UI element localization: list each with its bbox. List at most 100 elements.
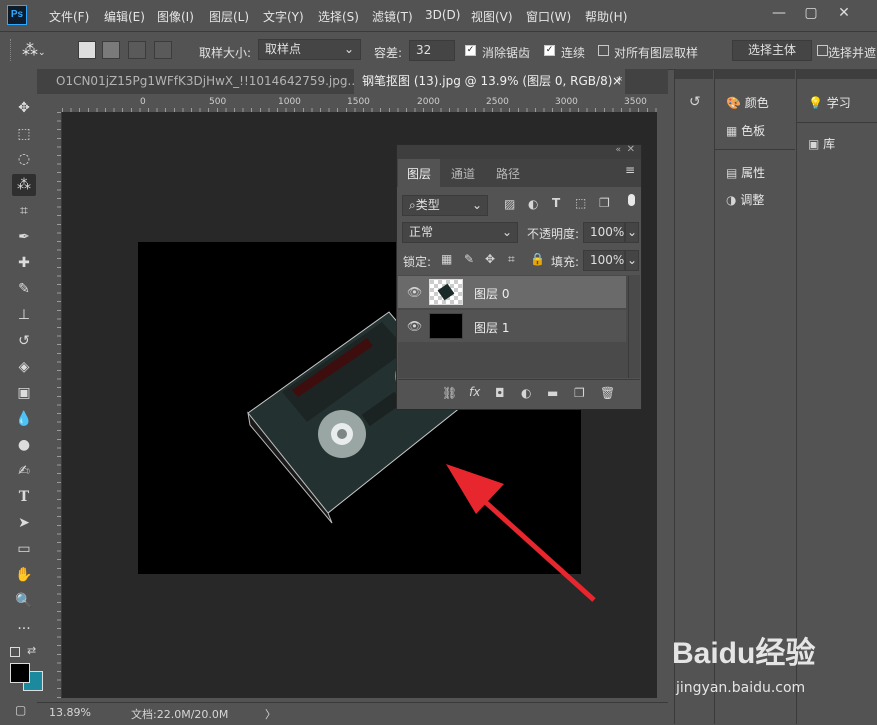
shape-tool-icon[interactable]: ▭ [12, 538, 36, 560]
marquee-tool-icon[interactable]: ⬚ [12, 123, 36, 145]
history-panel-icon[interactable]: ↺ [689, 94, 701, 110]
stamp-tool-icon[interactable]: ⊥ [12, 304, 36, 326]
sample-size-select[interactable]: 取样点 ⌄ [258, 39, 361, 60]
panel-menu-icon[interactable]: ≡ [625, 163, 635, 177]
restore-button[interactable]: ▢ [799, 3, 823, 23]
minimize-button[interactable]: — [767, 3, 791, 23]
filter-type-icon[interactable]: T [552, 196, 560, 210]
tab-channels[interactable]: 通道 [451, 165, 475, 182]
tab-document-2[interactable]: 钢笔抠图 (13).jpg @ 13.9% (图层 0, RGB/8) * × [354, 69, 625, 94]
add-mask-icon[interactable]: ◘ [495, 386, 505, 400]
eye-icon[interactable]: 👁 [407, 319, 422, 333]
zoom-level[interactable]: 13.89% [49, 706, 91, 719]
eraser-tool-icon[interactable]: ◈ [12, 356, 36, 378]
more-tools-icon[interactable]: ··· [12, 618, 36, 640]
tolerance-input[interactable]: 32 [409, 40, 455, 61]
type-tool-icon[interactable]: T [12, 486, 36, 508]
lock-paint-icon[interactable]: ✎ [464, 252, 474, 266]
menu-layer[interactable]: 图层(L) [209, 8, 249, 25]
crop-tool-icon[interactable]: ⌗ [12, 200, 36, 222]
menu-select[interactable]: 选择(S) [318, 8, 359, 25]
fill-input[interactable]: 100% [583, 250, 625, 271]
layer-row[interactable]: 👁 图层 0 [398, 276, 626, 308]
link-layers-icon[interactable]: ⛓ [442, 386, 457, 400]
default-colors-icon[interactable] [10, 647, 20, 657]
zoom-tool-icon[interactable]: 🔍 [12, 590, 36, 612]
libraries-panel-button[interactable]: ▣ 库 [808, 135, 835, 152]
select-mask-button[interactable]: 选择并遮 [828, 44, 876, 61]
magic-wand-tool-icon[interactable]: ⁂ [12, 174, 36, 196]
blur-tool-icon[interactable]: 💧 [12, 408, 36, 430]
filter-toggle-icon[interactable] [628, 194, 635, 206]
collapse-icon[interactable]: « [615, 145, 621, 155]
screen-mode-icon[interactable]: ▢ [15, 703, 26, 717]
lock-all-icon[interactable]: 🔒 [530, 252, 545, 266]
brush-tool-icon[interactable]: ✎ [12, 278, 36, 300]
delete-layer-icon[interactable]: 🗑 [600, 386, 615, 400]
menu-file[interactable]: 文件(F) [49, 8, 89, 25]
magic-wand-preset-icon[interactable]: ⁂⌄ [22, 38, 52, 62]
lock-transparent-icon[interactable]: ▦ [441, 252, 452, 266]
blend-mode-select[interactable]: 正常 ⌄ [402, 222, 518, 243]
foreground-color-swatch[interactable] [10, 663, 30, 683]
lasso-tool-icon[interactable]: ◌ [12, 148, 36, 170]
filter-shape-icon[interactable]: ⬚ [575, 196, 586, 210]
opacity-chevron-icon[interactable]: ⌄ [625, 222, 639, 243]
contiguous-checkbox[interactable]: ✓ [544, 45, 555, 56]
adjustments-panel-button[interactable]: ◑ 调整 [726, 191, 764, 208]
menu-3d[interactable]: 3D(D) [425, 8, 460, 22]
tab-layers[interactable]: 图层 [407, 165, 431, 182]
color-panel-button[interactable]: 🎨 颜色 [726, 94, 769, 111]
menu-edit[interactable]: 编辑(E) [104, 8, 145, 25]
status-menu-arrow-icon[interactable]: 〉 [265, 706, 276, 722]
menu-window[interactable]: 窗口(W) [526, 8, 571, 25]
eye-icon[interactable]: 👁 [407, 285, 422, 299]
menu-view[interactable]: 视图(V) [471, 8, 513, 25]
add-selection-button[interactable] [102, 41, 120, 59]
subtract-selection-button[interactable] [128, 41, 146, 59]
filter-smart-icon[interactable]: ❐ [599, 196, 610, 210]
swap-colors-icon[interactable]: ⇄ [27, 644, 36, 657]
sample-all-checkbox[interactable] [598, 45, 609, 56]
properties-panel-button[interactable]: ▤ 属性 [726, 164, 765, 181]
new-layer-icon[interactable]: ❐ [574, 386, 585, 400]
antialias-checkbox[interactable]: ✓ [465, 45, 476, 56]
pen-tool-icon[interactable]: ✍ [12, 460, 36, 482]
select-mask-checkbox[interactable] [817, 45, 828, 56]
move-tool-icon[interactable]: ✥ [12, 97, 36, 119]
intersect-selection-button[interactable] [154, 41, 172, 59]
lock-artboard-icon[interactable]: ⌗ [508, 252, 515, 267]
tab-close-icon[interactable]: × [612, 69, 622, 94]
swatches-panel-button[interactable]: ▦ 色板 [726, 122, 765, 139]
history-brush-icon[interactable]: ↺ [12, 330, 36, 352]
opacity-input[interactable]: 100% [583, 222, 625, 243]
adjustment-layer-icon[interactable]: ◐ [521, 386, 531, 400]
path-select-icon[interactable]: ➤ [12, 512, 36, 534]
layer-name[interactable]: 图层 0 [474, 285, 509, 302]
new-selection-button[interactable] [78, 41, 96, 59]
healing-tool-icon[interactable]: ✚ [12, 252, 36, 274]
layer-filter-select[interactable]: ⌕类型 ⌄ [402, 195, 488, 216]
layer-row[interactable]: 👁 图层 1 [398, 310, 626, 342]
menu-filter[interactable]: 滤镜(T) [372, 8, 413, 25]
layers-panel-header[interactable]: « ✕ [397, 144, 641, 159]
eyedropper-tool-icon[interactable]: ✒ [12, 226, 36, 248]
menu-image[interactable]: 图像(I) [157, 8, 194, 25]
gradient-tool-icon[interactable]: ▣ [12, 382, 36, 404]
select-subject-button[interactable]: 选择主体 [732, 40, 812, 61]
close-button[interactable]: ✕ [832, 3, 856, 23]
tab-document-1[interactable]: O1CN01jZ15Pg1WFfK3DjHwX_!!1014642759.jpg… [37, 69, 359, 113]
layer-name[interactable]: 图层 1 [474, 319, 509, 336]
fill-chevron-icon[interactable]: ⌄ [625, 250, 639, 271]
lock-position-icon[interactable]: ✥ [485, 252, 495, 266]
filter-adjust-icon[interactable]: ◐ [528, 197, 538, 211]
tab-paths[interactable]: 路径 [496, 165, 520, 182]
fx-icon[interactable]: fx [469, 385, 480, 399]
dodge-tool-icon[interactable]: ● [12, 434, 36, 456]
close-icon[interactable]: ✕ [627, 144, 635, 155]
hand-tool-icon[interactable]: ✋ [12, 564, 36, 586]
new-group-icon[interactable]: ▬ [547, 386, 558, 400]
menu-help[interactable]: 帮助(H) [585, 8, 627, 25]
filter-pixel-icon[interactable]: ▨ [504, 197, 515, 211]
menu-type[interactable]: 文字(Y) [263, 8, 304, 25]
